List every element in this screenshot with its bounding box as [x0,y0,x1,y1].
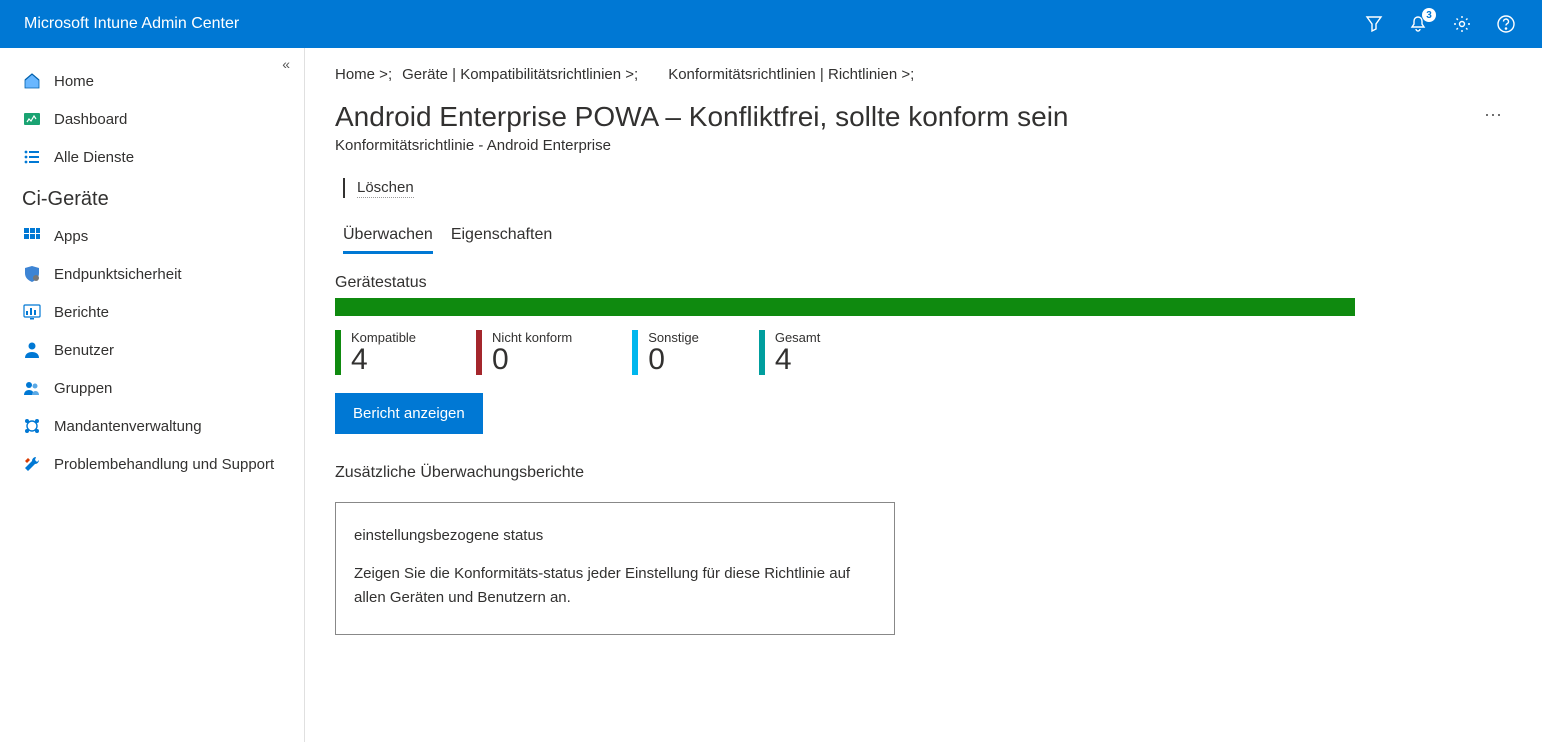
user-icon [22,340,42,360]
sidebar: « Home Dashboard Alle Dienste Ci-Geräte … [0,48,305,742]
shield-icon [22,264,42,284]
toolbar-separator [343,178,345,198]
sidebar-item-label: Benutzer [54,342,114,359]
collapse-sidebar-icon[interactable]: « [282,56,290,72]
breadcrumb-item[interactable]: Konformitätsrichtlinien | Richtlinien >; [668,66,914,83]
sidebar-item-alldienste[interactable]: Alle Dienste [0,138,304,176]
home-icon [22,71,42,91]
show-report-button[interactable]: Bericht anzeigen [335,393,483,434]
help-icon[interactable] [1494,12,1518,36]
main-content: Home >; Geräte | Kompatibilitätsrichtlin… [305,48,1542,742]
sidebar-item-label: Endpunktsicherheit [54,266,182,283]
stat-stripe [476,330,482,375]
device-status-stats: Kompatible 4 Nicht konform 0 Sonstige 0 [335,330,1512,375]
reports-icon [22,302,42,322]
tab-monitor[interactable]: Überwachen [343,222,433,254]
stat-noncompliant: Nicht konform 0 [476,330,572,375]
sidebar-item-users[interactable]: Benutzer [0,331,304,369]
breadcrumb-item[interactable]: Geräte | Kompatibilitätsrichtlinien >; [402,66,638,83]
additional-reports-heading: Zusätzliche Überwachungsberichte [335,464,1512,482]
header-actions: 3 [1362,12,1518,36]
per-setting-status-card[interactable]: einstellungsbezogene status Zeigen Sie d… [335,502,895,635]
sidebar-item-label: Apps [54,228,88,245]
card-title: einstellungsbezogene status [354,527,876,544]
stat-value: 4 [775,345,821,375]
sidebar-item-label: Mandantenverwaltung [54,418,202,435]
stat-compatible: Kompatible 4 [335,330,416,375]
app-title: Microsoft Intune Admin Center [24,15,239,33]
page-title: Android Enterprise POWA – Konfliktfrei, … [335,101,1069,133]
notification-bell-icon[interactable]: 3 [1406,12,1430,36]
delete-button[interactable]: Löschen [357,179,414,198]
sidebar-group-heading: Ci-Geräte [0,176,304,217]
status-progress-bar [335,298,1355,316]
sidebar-item-label: Dashboard [54,111,127,128]
page-subtitle: Konformitätsrichtlinie - Android Enterpr… [335,137,1069,154]
sidebar-item-dashboard[interactable]: Dashboard [0,100,304,138]
sidebar-item-endpoint[interactable]: Endpunktsicherheit [0,255,304,293]
sidebar-item-apps[interactable]: Apps [0,217,304,255]
breadcrumb: Home >; Geräte | Kompatibilitätsrichtlin… [335,66,1512,83]
top-bar: Microsoft Intune Admin Center 3 [0,0,1542,48]
notification-badge: 3 [1422,8,1436,22]
stat-value: 0 [492,345,572,375]
stat-stripe [335,330,341,375]
sidebar-item-groups[interactable]: Gruppen [0,369,304,407]
stat-other: Sonstige 0 [632,330,699,375]
settings-gear-icon[interactable] [1450,12,1474,36]
stat-stripe [759,330,765,375]
toolbar: Löschen [335,178,1512,198]
stat-value: 4 [351,345,416,375]
stat-value: 0 [648,345,699,375]
list-icon [22,147,42,167]
card-body: Zeigen Sie die Konformitäts-status jeder… [354,562,876,610]
tabs: Überwachen Eigenschaften [335,222,1512,254]
wrench-icon [22,454,42,474]
sidebar-item-tenant[interactable]: Mandantenverwaltung [0,407,304,445]
tenant-icon [22,416,42,436]
more-actions-icon[interactable]: ⋯ [1474,101,1512,130]
sidebar-item-label: Alle Dienste [54,149,134,166]
tab-properties[interactable]: Eigenschaften [451,222,552,254]
sidebar-item-label: Problembehandlung und Support [54,456,274,473]
device-status-heading: Gerätestatus [335,274,1512,292]
sidebar-item-support[interactable]: Problembehandlung und Support [0,445,304,483]
apps-icon [22,226,42,246]
sidebar-item-label: Berichte [54,304,109,321]
dashboard-icon [22,109,42,129]
sidebar-item-label: Home [54,73,94,90]
sidebar-item-reports[interactable]: Berichte [0,293,304,331]
stat-stripe [632,330,638,375]
sidebar-item-label: Gruppen [54,380,112,397]
stat-total: Gesamt 4 [759,330,821,375]
sidebar-item-home[interactable]: Home [0,62,304,100]
filter-icon[interactable] [1362,12,1386,36]
group-icon [22,378,42,398]
breadcrumb-item[interactable]: Home >; [335,66,392,83]
